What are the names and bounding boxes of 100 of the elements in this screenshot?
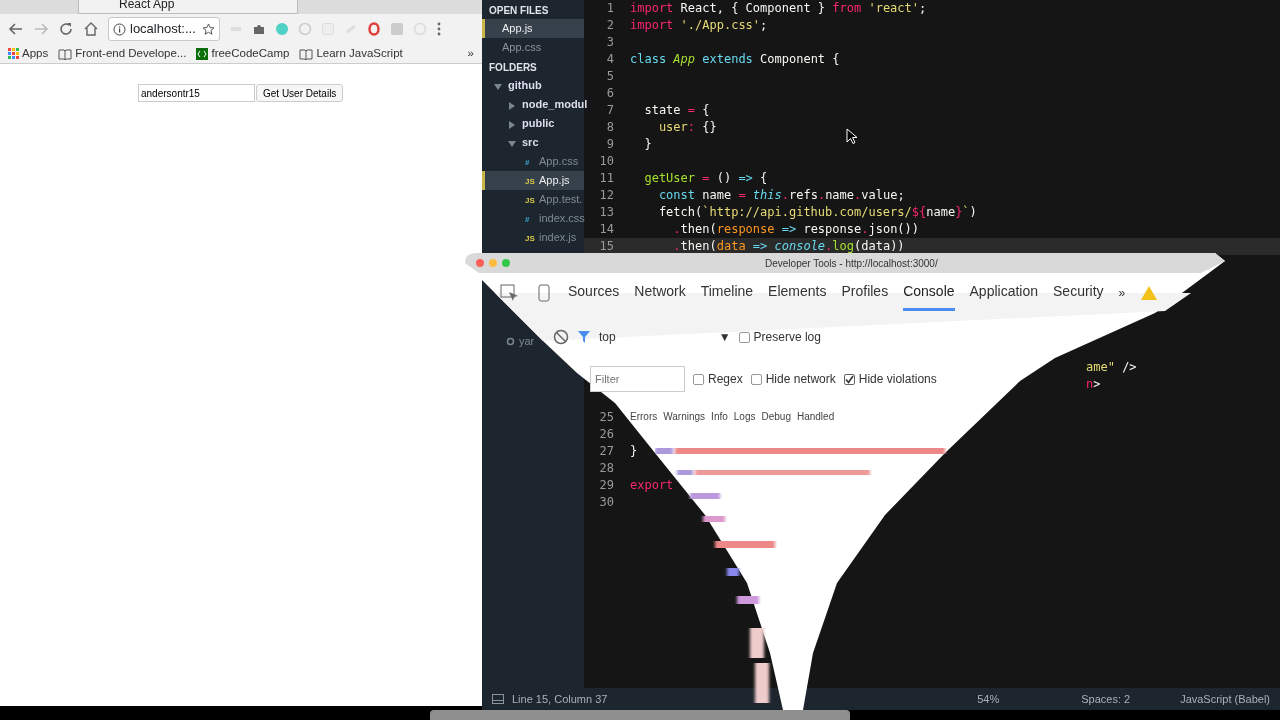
checkbox[interactable] <box>693 373 704 385</box>
circle-icon[interactable] <box>275 22 289 36</box>
code-line: .then(data => console.log(data)) <box>672 238 905 255</box>
home-icon[interactable] <box>83 21 99 37</box>
devtools-tab[interactable]: Timeline <box>700 275 754 311</box>
log-level-filter[interactable]: Debug <box>761 409 791 424</box>
folder-item[interactable]: github <box>482 76 584 95</box>
more-tabs-button[interactable]: » <box>1118 284 1126 302</box>
expanded-caret-icon <box>494 82 502 91</box>
folder-item[interactable]: public <box>482 114 584 133</box>
line-number: 13 <box>598 204 614 221</box>
puzzle-icon[interactable] <box>252 22 266 36</box>
device-icon[interactable] <box>535 284 553 302</box>
collapsed-caret-icon <box>508 101 516 110</box>
username-field[interactable]: andersontr15 <box>138 84 255 102</box>
bookmark-link[interactable]: Apps <box>22 44 49 63</box>
line-number: 7 <box>605 102 614 119</box>
checkmark-icon <box>844 374 854 384</box>
checkbox-label: Regex <box>708 371 743 388</box>
devtools-tab[interactable]: Security <box>1053 275 1104 311</box>
code-line: } <box>630 443 638 460</box>
line-number: 29 <box>598 477 614 494</box>
address-text: localhost:... <box>130 20 197 39</box>
syntax-setting[interactable]: JavaScript (Babel) <box>1180 690 1270 708</box>
filter-icon[interactable] <box>577 330 591 344</box>
code-line: fetch(`http://api.github.com/users/${name}`) <box>657 204 977 221</box>
apps-grid-icon <box>8 48 19 59</box>
inspect-icon[interactable] <box>500 284 520 302</box>
bookmark-link[interactable]: freeCodeCamp <box>211 44 290 63</box>
zoom-level: 54% <box>977 691 1000 707</box>
menu-icon[interactable] <box>436 21 442 37</box>
line-number: 26 <box>598 426 614 443</box>
log-level-filter[interactable]: Warnings <box>663 409 706 424</box>
checkbox[interactable] <box>843 373 855 385</box>
forward-icon[interactable] <box>33 21 49 37</box>
filter-field[interactable]: Filter <box>590 366 685 392</box>
log-level-filter[interactable]: Info <box>711 409 728 424</box>
devtools-tab[interactable]: Profiles <box>841 275 889 311</box>
file-item[interactable]: JS App.js <box>482 171 584 190</box>
dropdown-caret[interactable]: ▼ <box>718 328 731 346</box>
devtools-tab[interactable]: Sources <box>568 275 620 311</box>
file-item[interactable]: JS index.js <box>482 228 584 247</box>
checkbox[interactable] <box>750 373 762 385</box>
open-file-item[interactable]: App.css <box>482 38 584 57</box>
devtools-tab[interactable]: Application <box>969 275 1039 311</box>
line-number: 8 <box>605 119 614 136</box>
section-header: OPEN FILES <box>488 4 550 18</box>
line-number: 5 <box>605 68 614 85</box>
checkbox[interactable] <box>738 331 750 343</box>
address-bar[interactable]: localhost:... <box>108 17 220 41</box>
line-number: 1 <box>605 0 614 17</box>
context-selector[interactable]: top <box>599 328 616 346</box>
devtools-tab[interactable]: Console <box>903 275 955 311</box>
window-title: Developer Tools - http://localhost:3000/ <box>765 257 938 271</box>
line-number: 11 <box>598 170 614 187</box>
code-line: import React, { Component } from 'react'; <box>630 0 927 17</box>
devtools-tab[interactable]: Elements <box>768 275 827 311</box>
get-details-button[interactable]: Get User Details <box>256 84 344 102</box>
file-item[interactable]: yar <box>519 333 535 350</box>
indentation-setting[interactable]: Spaces: 2 <box>1081 690 1131 708</box>
star-icon[interactable] <box>202 22 215 36</box>
block-icon[interactable] <box>553 329 569 345</box>
info-icon <box>113 22 126 36</box>
code-line: ame" /> <box>1086 359 1137 376</box>
line-number: 6 <box>605 85 614 102</box>
ring-icon[interactable] <box>367 22 381 36</box>
line-number: 30 <box>598 494 614 511</box>
log-level-filter[interactable]: Handled <box>796 409 835 424</box>
campfire-icon <box>196 47 209 60</box>
code-line: } <box>643 136 652 153</box>
devtools-tab[interactable]: Network <box>634 275 686 311</box>
gear-icon <box>506 336 515 346</box>
file-item[interactable]: JS App.test. <box>482 190 584 209</box>
bookmark-link[interactable]: Front-end Develope... <box>75 44 187 63</box>
file-item[interactable]: # index.css <box>482 209 584 228</box>
log-level-filter[interactable]: Logs <box>733 409 756 424</box>
code-line: getUser = () => { <box>643 170 768 187</box>
code-line: .then(response => response.json()) <box>672 221 920 238</box>
back-icon[interactable] <box>8 21 24 37</box>
open-file-item[interactable]: App.js <box>482 19 584 38</box>
expanded-caret-icon <box>508 139 516 148</box>
cursor-position: Line 15, Column 37 <box>512 691 608 707</box>
file-item[interactable]: # App.css <box>482 152 584 171</box>
line-number: 2 <box>605 17 614 34</box>
checkbox-label: Hide network <box>765 371 836 388</box>
book-icon <box>299 47 314 60</box>
code-line: class App extends Component { <box>630 51 840 68</box>
log-level-filter[interactable]: Errors <box>630 409 658 424</box>
line-number: 28 <box>598 460 614 477</box>
more-bookmarks-button[interactable]: » <box>467 44 474 63</box>
checkbox-label: Preserve log <box>753 329 821 346</box>
panel-icon[interactable] <box>492 694 504 704</box>
code-line: const name = this.refs.name.value; <box>657 187 905 204</box>
reload-icon[interactable] <box>58 21 74 37</box>
section-header: FOLDERS <box>488 61 538 75</box>
warning-icon <box>1140 285 1159 301</box>
checkbox-label: Hide violations <box>858 371 937 388</box>
folder-item[interactable]: src <box>482 133 584 152</box>
bookmark-link[interactable]: Learn JavaScript <box>316 44 403 63</box>
browser-tab[interactable]: React App <box>78 0 298 14</box>
